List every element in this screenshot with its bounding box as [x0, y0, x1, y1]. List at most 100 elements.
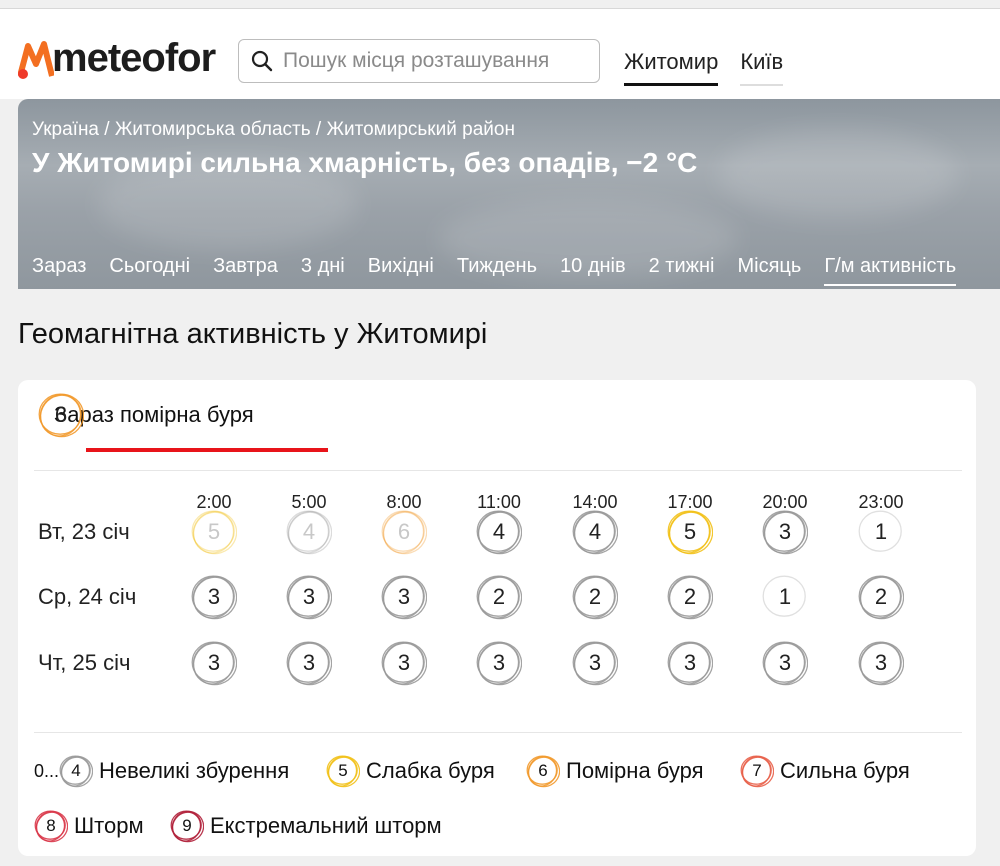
geomagnetic-card: 6 Зараз помірна буря 2:00 5:00 8:00 11:00 14…	[18, 380, 976, 856]
kp-value: 5	[207, 519, 221, 544]
kp-value-cell: 3	[286, 640, 332, 686]
nav-now[interactable]: Зараз	[32, 255, 86, 286]
legend-label: Шторм	[74, 813, 144, 838]
legend-label: Сильна буря	[780, 758, 910, 783]
nav-weekend[interactable]: Вихідні	[368, 255, 434, 286]
kp-value-cell: 3	[381, 574, 427, 620]
day-label: Вт, 23 січ	[38, 519, 130, 544]
kp-value-cell: 1	[858, 509, 904, 555]
forecast-nav: Зараз Сьогодні Завтра 3 дні Вихідні Тижд…	[32, 255, 957, 286]
logo-text: meteofor	[52, 35, 216, 80]
legend-item: 9 Екстремальний шторм	[170, 809, 442, 843]
nav-2-weeks[interactable]: 2 тижні	[649, 255, 715, 286]
legend-label: Екстремальний шторм	[210, 813, 442, 838]
legend-badge: 5	[326, 754, 360, 788]
kp-value: 3	[588, 650, 602, 675]
current-kp-value: 6	[54, 402, 68, 427]
kp-value: 3	[492, 650, 506, 675]
nav-10-days[interactable]: 10 днів	[560, 255, 626, 286]
kp-value-cell: 4	[476, 509, 522, 555]
cloud-decoration	[718, 129, 958, 219]
divider	[34, 732, 962, 733]
meteofor-logo[interactable]: meteofor	[18, 33, 216, 83]
kp-value-cell: 2	[476, 574, 522, 620]
kp-value-cell: 5	[191, 509, 237, 555]
kp-value-cell: 4	[572, 509, 618, 555]
kp-value-cell: 2	[667, 574, 713, 620]
page-title: Геомагнітна активність у Житомирі	[18, 318, 488, 350]
site-header: meteofor Житомир Київ	[0, 9, 1000, 99]
kp-value: 4	[588, 519, 602, 544]
kp-value-cell: 6	[381, 509, 427, 555]
kp-value: 6	[397, 519, 411, 544]
kp-value: 3	[778, 519, 792, 544]
legend-item: 7 Сильна буря	[740, 754, 910, 788]
legend-item: 0... 4 Невеликі збурення	[34, 754, 289, 788]
divider	[34, 470, 962, 471]
nav-week[interactable]: Тиждень	[457, 255, 537, 286]
hero-banner: Україна / Житомирська область / Житомирс…	[18, 99, 1000, 289]
kp-value-cell: 3	[286, 574, 332, 620]
legend-value: 4	[71, 761, 81, 780]
kp-value-cell: 3	[858, 640, 904, 686]
weather-headline: У Житомирі сильна хмарність, без опадів,…	[32, 147, 698, 178]
nav-3-days[interactable]: 3 дні	[301, 255, 345, 286]
kp-value: 2	[492, 584, 506, 609]
kp-value: 4	[492, 519, 506, 544]
browser-top-bar	[0, 0, 1000, 9]
legend-badge: 4	[59, 754, 94, 788]
kp-value: 3	[207, 584, 221, 609]
kp-value: 3	[302, 650, 316, 675]
city-tab-kyiv[interactable]: Київ	[740, 49, 784, 86]
city-tabs: Житомир Київ	[624, 49, 784, 86]
kp-value: 3	[302, 584, 316, 609]
legend-item: 6 Помірна буря	[526, 754, 704, 788]
logo-mark-icon	[18, 41, 54, 79]
red-underline-mark	[86, 448, 328, 452]
kp-value: 3	[397, 584, 411, 609]
day-label: Чт, 25 січ	[38, 650, 131, 675]
kp-value: 4	[302, 519, 316, 544]
kp-value: 5	[683, 519, 697, 544]
kp-value-cell: 2	[572, 574, 618, 620]
kp-value: 3	[397, 650, 411, 675]
kp-value: 2	[683, 584, 697, 609]
search-icon	[251, 50, 273, 72]
day-label: Ср, 24 січ	[38, 584, 137, 609]
kp-value: 1	[778, 584, 792, 609]
kp-value-cell: 3	[191, 640, 237, 686]
kp-value: 1	[874, 519, 888, 544]
kp-value-cell: 3	[762, 509, 808, 555]
kp-value-cell: 3	[572, 640, 618, 686]
kp-value-cell: 3	[191, 574, 237, 620]
legend-badge: 8	[34, 809, 68, 843]
legend-value: 8	[46, 816, 56, 835]
nav-month[interactable]: Місяць	[738, 255, 802, 286]
nav-geomagnetic[interactable]: Г/м активність	[824, 255, 957, 286]
legend-value: 5	[338, 761, 348, 780]
kp-value-cell: 3	[762, 640, 808, 686]
legend-badge: 7	[740, 754, 774, 788]
legend-prefix: 0...	[34, 760, 60, 781]
kp-value: 3	[207, 650, 221, 675]
legend-value: 7	[752, 761, 762, 780]
nav-tomorrow[interactable]: Завтра	[213, 255, 278, 286]
search-input[interactable]	[281, 48, 585, 74]
legend-badge: 9	[170, 809, 204, 843]
city-tab-zhytomyr[interactable]: Житомир	[624, 49, 719, 86]
breadcrumb[interactable]: Україна / Житомирська область / Житомирс…	[32, 119, 515, 141]
kp-value-cell: 3	[667, 640, 713, 686]
legend-label: Слабка буря	[366, 758, 495, 783]
legend-item: 5 Слабка буря	[326, 754, 495, 788]
kp-value-cell: 3	[381, 640, 427, 686]
search-box[interactable]	[238, 39, 600, 83]
legend-badge: 6	[526, 754, 560, 788]
kp-value-cell: 3	[476, 640, 522, 686]
kp-value: 3	[874, 650, 888, 675]
kp-value: 2	[874, 584, 888, 609]
kp-value: 3	[778, 650, 792, 675]
current-kp-badge: 6	[38, 392, 84, 438]
legend-label: Невеликі збурення	[99, 758, 290, 783]
legend-item: 8 Шторм	[34, 809, 144, 843]
nav-today[interactable]: Сьогодні	[109, 255, 190, 286]
